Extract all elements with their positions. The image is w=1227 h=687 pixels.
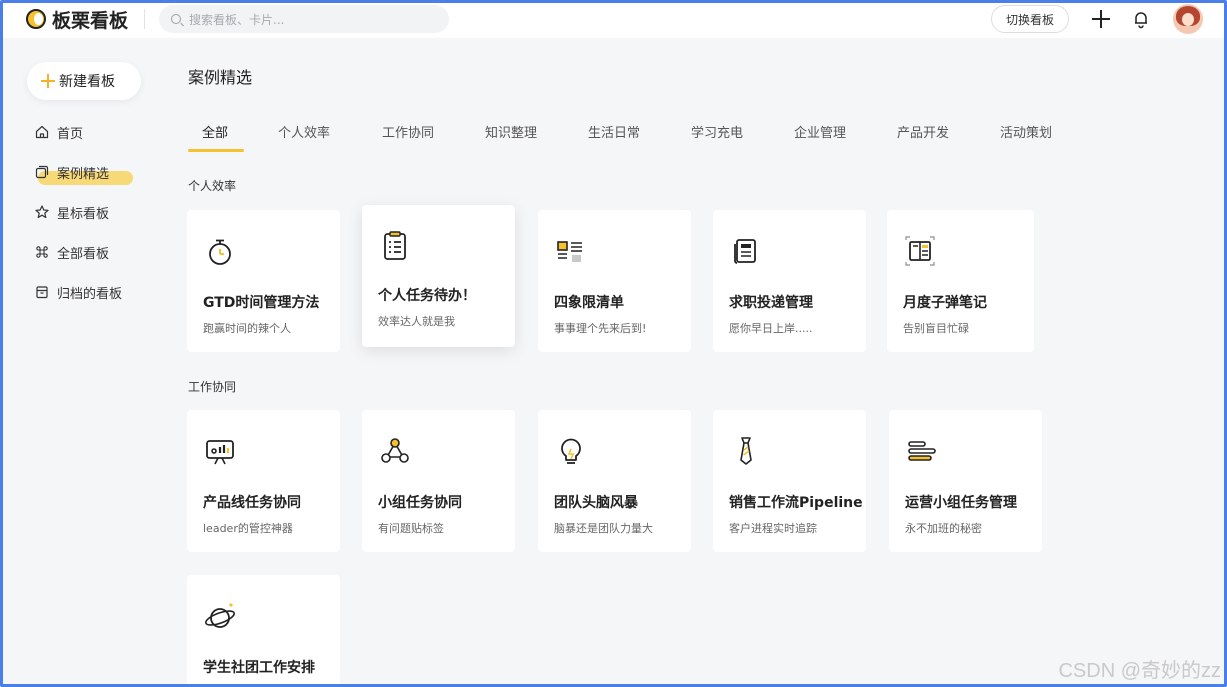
card-subtitle: 效率达人就是我 bbox=[378, 315, 455, 328]
notebook-icon bbox=[905, 236, 935, 266]
sidebar-item-label: 星标看板 bbox=[57, 206, 110, 222]
card-title: 产品线任务协同 bbox=[203, 495, 301, 511]
card-title: GTD时间管理方法 bbox=[203, 295, 320, 311]
lightbulb-icon bbox=[561, 438, 581, 464]
cases-icon bbox=[35, 165, 49, 179]
tab-events[interactable]: 活动策划 bbox=[1000, 122, 1052, 141]
new-board-button[interactable]: 新建看板 bbox=[27, 62, 141, 100]
sidebar-item-label: 全部看板 bbox=[57, 246, 110, 262]
new-board-label: 新建看板 bbox=[59, 74, 115, 90]
active-tab-underline bbox=[188, 149, 244, 152]
checklist-icon bbox=[384, 231, 406, 260]
card-subtitle: 告别盲目忙碌 bbox=[903, 322, 969, 335]
search-input[interactable]: 搜索看板、卡片... bbox=[159, 5, 450, 33]
home-icon bbox=[35, 125, 49, 139]
section-title-personal: 个人效率 bbox=[188, 179, 237, 193]
sidebar-item-label: 归档的看板 bbox=[57, 286, 123, 302]
template-card[interactable]: 个人任务待办！ 效率达人就是我 bbox=[362, 205, 515, 347]
sidebar-item-starred[interactable]: 星标看板 bbox=[34, 201, 109, 223]
tab-all[interactable]: 全部 bbox=[202, 122, 228, 141]
sidebar-item-label: 首页 bbox=[57, 126, 84, 142]
template-card[interactable]: GTD时间管理方法 跑赢时间的辣个人 bbox=[187, 210, 340, 352]
card-subtitle: 永不加班的秘密 bbox=[905, 522, 982, 535]
bars-icon bbox=[908, 441, 936, 461]
quadrant-icon bbox=[557, 241, 582, 262]
card-subtitle: 客户进程实时追踪 bbox=[729, 522, 817, 535]
tab-enterprise[interactable]: 企业管理 bbox=[794, 122, 846, 141]
tab-product[interactable]: 产品开发 bbox=[897, 122, 949, 141]
app-logo[interactable]: 板栗看板 bbox=[26, 6, 128, 33]
avatar[interactable] bbox=[1173, 4, 1203, 34]
card-title: 运营小组任务管理 bbox=[905, 495, 1017, 511]
card-subtitle: 脑暴还是团队力量大 bbox=[554, 522, 653, 535]
template-card[interactable]: 四象限清单 事事理个先来后到! bbox=[538, 210, 691, 352]
section-title-collab: 工作协同 bbox=[188, 380, 237, 394]
card-subtitle: 事事理个先来后到! bbox=[554, 322, 647, 335]
tie-icon bbox=[740, 437, 752, 465]
sidebar-item-archived[interactable]: 归档的看板 bbox=[34, 281, 122, 303]
sidebar-item-cases[interactable]: 案例精选 bbox=[34, 161, 109, 183]
switch-board-button[interactable]: 切换看板 bbox=[990, 5, 1069, 33]
stopwatch-icon bbox=[209, 239, 231, 265]
search-placeholder: 搜索看板、卡片... bbox=[189, 12, 285, 27]
sidebar-item-home[interactable]: 首页 bbox=[34, 121, 83, 143]
team-icon bbox=[381, 438, 409, 463]
card-subtitle: 跑赢时间的辣个人 bbox=[203, 322, 291, 335]
star-icon bbox=[35, 205, 49, 219]
card-title: 四象限清单 bbox=[554, 295, 624, 311]
sidebar-item-all-boards[interactable]: 全部看板 bbox=[34, 241, 109, 263]
template-card[interactable]: 求职投递管理 愿你早日上岸..... bbox=[713, 210, 866, 352]
tab-personal[interactable]: 个人效率 bbox=[278, 122, 330, 141]
header-divider bbox=[144, 9, 146, 29]
search-icon bbox=[171, 14, 182, 24]
presentation-icon bbox=[206, 440, 234, 465]
app-name: 板栗看板 bbox=[52, 9, 129, 32]
tab-study[interactable]: 学习充电 bbox=[691, 122, 743, 141]
tab-knowledge[interactable]: 知识整理 bbox=[485, 122, 537, 141]
card-subtitle: 愿你早日上岸..... bbox=[729, 322, 813, 335]
card-title: 月度子弹笔记 bbox=[903, 295, 987, 311]
tab-collab[interactable]: 工作协同 bbox=[382, 122, 434, 141]
card-title: 个人任务待办！ bbox=[378, 288, 476, 304]
logo-icon bbox=[26, 9, 46, 29]
bell-icon[interactable] bbox=[1131, 9, 1151, 29]
template-card[interactable]: 团队头脑风暴 脑暴还是团队力量大 bbox=[538, 410, 691, 552]
card-title: 学生社团工作安排 bbox=[203, 660, 315, 676]
watermark: CSDN @奇妙的zz bbox=[1058, 660, 1221, 682]
card-title: 销售工作流Pipeline bbox=[729, 495, 863, 511]
document-icon bbox=[734, 239, 756, 264]
tab-life[interactable]: 生活日常 bbox=[588, 122, 640, 141]
card-subtitle: leader的管控神器 bbox=[203, 522, 293, 535]
plus-icon bbox=[41, 74, 55, 88]
template-card[interactable]: 产品线任务协同 leader的管控神器 bbox=[187, 410, 340, 552]
card-title: 求职投递管理 bbox=[729, 295, 813, 311]
command-icon bbox=[36, 246, 48, 258]
sidebar-item-label: 案例精选 bbox=[57, 166, 110, 182]
planet-icon bbox=[205, 603, 235, 628]
template-card[interactable]: 小组任务协同 有问题贴标签 bbox=[362, 410, 515, 552]
archive-icon bbox=[36, 286, 48, 299]
card-title: 团队头脑风暴 bbox=[554, 495, 638, 511]
template-card[interactable]: 销售工作流Pipeline 客户进程实时追踪 bbox=[713, 410, 866, 552]
card-subtitle: 有问题贴标签 bbox=[378, 522, 444, 535]
template-card[interactable]: 月度子弹笔记 告别盲目忙碌 bbox=[887, 210, 1034, 352]
sidebar: 新建看板 首页 案例精选 星标看板 全部看板 归档的看板 bbox=[0, 38, 160, 687]
template-card[interactable]: 学生社团工作安排 bbox=[187, 575, 340, 687]
page-title: 案例精选 bbox=[188, 68, 253, 87]
card-title: 小组任务协同 bbox=[378, 495, 462, 511]
top-bar: 板栗看板 搜索看板、卡片... 切换看板 bbox=[0, 0, 1227, 38]
template-card[interactable]: 运营小组任务管理 永不加班的秘密 bbox=[889, 410, 1042, 552]
add-icon[interactable] bbox=[1091, 9, 1111, 29]
